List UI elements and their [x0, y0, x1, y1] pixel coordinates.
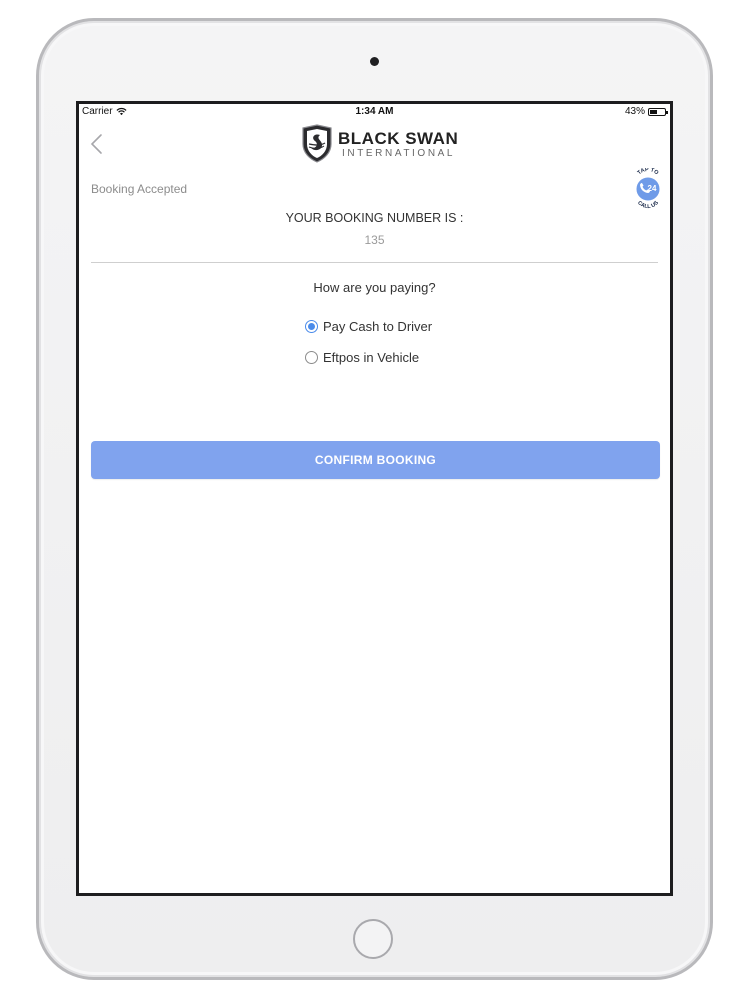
brand-sub: INTERNATIONAL [342, 147, 456, 159]
payment-option-label: Eftpos in Vehicle [323, 349, 420, 365]
swan-shield-logo-icon [302, 124, 332, 163]
battery-icon [648, 107, 668, 116]
call-badge-top-text: TAP TO [637, 168, 660, 177]
radio-cash[interactable] [305, 319, 318, 333]
payment-option-label: Pay Cash to Driver [323, 318, 433, 334]
call-badge-number: 24 [648, 184, 657, 193]
payment-options: Pay Cash to Driver Eftpos in Vehicle [305, 316, 432, 378]
front-camera [370, 57, 379, 66]
booking-number-value: 135 [364, 233, 385, 247]
back-chevron-icon[interactable] [87, 132, 107, 156]
brand-text: BLACK SWAN INTERNATIONAL [338, 130, 458, 159]
payment-option-cash[interactable]: Pay Cash to Driver [305, 316, 432, 336]
payment-option-eftpos[interactable]: Eftpos in Vehicle [305, 347, 432, 367]
booking-status: Booking Accepted [91, 182, 188, 196]
brand-logo: BLACK SWAN INTERNATIONAL [300, 124, 458, 164]
svg-text:TAP TO: TAP TO [637, 168, 660, 177]
payment-question: How are you paying? [313, 280, 436, 295]
brand-main: BLACK SWAN [338, 128, 459, 148]
status-battery: 43% [624, 106, 668, 117]
divider [91, 262, 658, 263]
app-screen: Carrier 1:34 AM 43% BLACK SWAN INTERNATI… [76, 101, 673, 896]
battery-percent: 43% [624, 106, 645, 117]
booking-number-label: YOUR BOOKING NUMBER IS : [285, 211, 464, 225]
nav-bar: BLACK SWAN INTERNATIONAL [79, 120, 670, 166]
home-button[interactable] [353, 919, 393, 959]
confirm-booking-button[interactable]: CONFIRM BOOKING [91, 441, 660, 479]
radio-eftpos[interactable] [305, 350, 318, 364]
call-us-badge[interactable]: TAP TO 24 CALL US [630, 168, 666, 210]
status-time: 1:34 AM [355, 106, 394, 117]
status-bar: Carrier 1:34 AM 43% [79, 104, 670, 120]
